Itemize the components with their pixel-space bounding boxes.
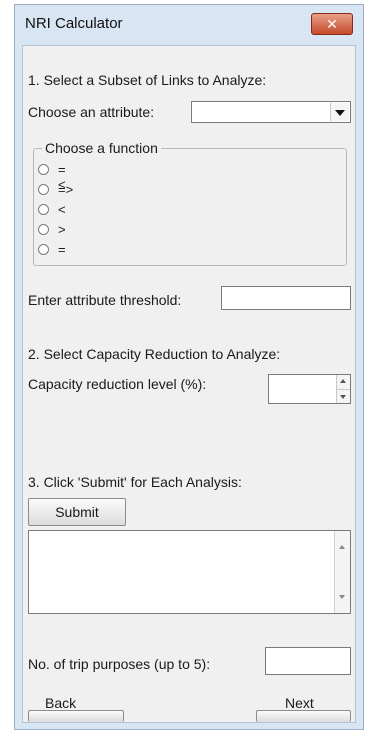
results-textarea[interactable] xyxy=(28,530,351,614)
spinner-arrows-icon[interactable] xyxy=(336,375,350,403)
threshold-label: Enter attribute threshold: xyxy=(28,292,182,308)
spin-down-icon[interactable] xyxy=(340,395,346,399)
radio-button[interactable] xyxy=(38,244,49,255)
radio-button[interactable] xyxy=(38,224,49,235)
spin-divider xyxy=(337,389,350,390)
window-title: NRI Calculator xyxy=(25,15,123,32)
function-option-label: => xyxy=(58,182,74,197)
scroll-down-icon[interactable] xyxy=(339,595,345,599)
submit-button[interactable]: Submit xyxy=(28,498,126,526)
back-button-label[interactable]: Back xyxy=(45,695,76,711)
close-icon: ✕ xyxy=(326,16,338,32)
next-button-label[interactable]: Next xyxy=(285,695,314,711)
next-button[interactable] xyxy=(256,710,351,722)
attribute-dropdown[interactable] xyxy=(191,101,351,123)
trip-purposes-input[interactable] xyxy=(265,647,351,675)
dialog-body: 1. Select a Subset of Links to Analyze: … xyxy=(22,45,356,723)
function-option-label: < xyxy=(58,202,66,217)
radio-button[interactable] xyxy=(38,204,49,215)
chevron-down-icon[interactable] xyxy=(330,103,349,121)
section3-heading: 3. Click 'Submit' for Each Analysis: xyxy=(28,474,242,490)
submit-button-label: Submit xyxy=(55,504,99,520)
section2-heading: 2. Select Capacity Reduction to Analyze: xyxy=(28,346,281,362)
back-button[interactable] xyxy=(28,710,124,722)
function-group-legend: Choose a function xyxy=(42,140,161,156)
threshold-input[interactable] xyxy=(221,286,351,310)
function-groupbox: Choose a function =< => < > = xyxy=(33,140,347,266)
nri-calculator-window: NRI Calculator ✕ 1. Select a Subset of L… xyxy=(14,4,364,730)
radio-button[interactable] xyxy=(38,164,49,175)
title-bar: NRI Calculator ✕ xyxy=(15,5,363,45)
function-option-label: > xyxy=(58,222,66,237)
scroll-arrows-icon[interactable] xyxy=(334,531,350,613)
section1-heading: 1. Select a Subset of Links to Analyze: xyxy=(28,72,267,88)
capacity-spinner[interactable] xyxy=(268,374,351,404)
scroll-up-icon[interactable] xyxy=(339,545,345,549)
trip-purposes-label: No. of trip purposes (up to 5): xyxy=(28,656,211,672)
radio-button[interactable] xyxy=(38,184,49,195)
spin-up-icon[interactable] xyxy=(340,379,346,383)
attribute-label: Choose an attribute: xyxy=(28,104,155,120)
function-option-label: = xyxy=(58,242,66,257)
close-button[interactable]: ✕ xyxy=(311,13,353,35)
capacity-label: Capacity reduction level (%): xyxy=(28,376,207,392)
